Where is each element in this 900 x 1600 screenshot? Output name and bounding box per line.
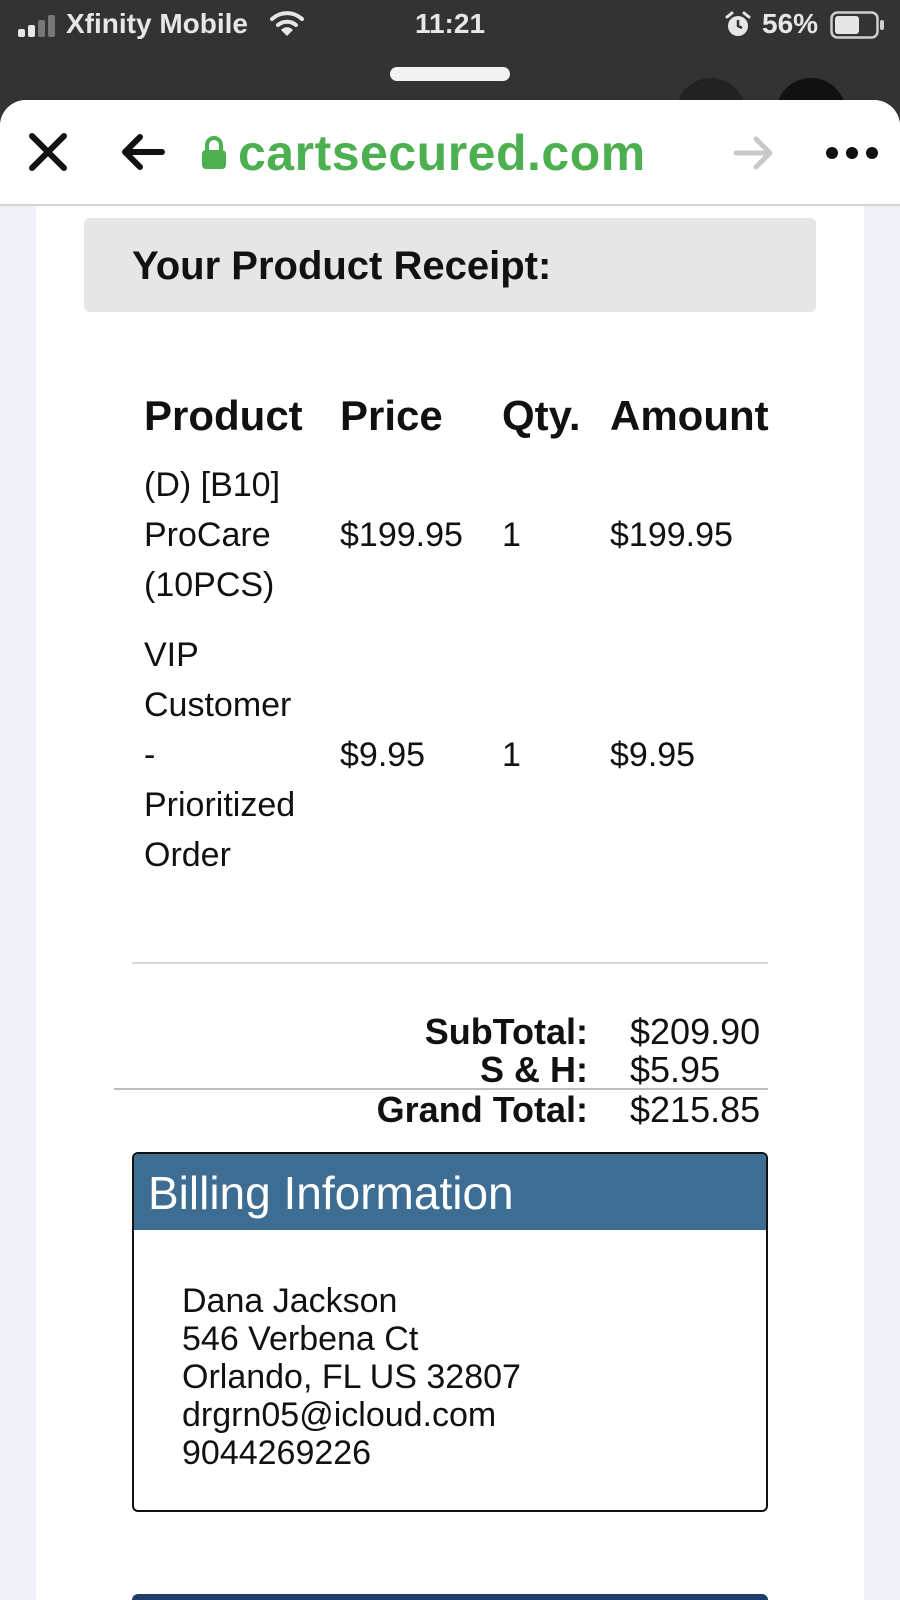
url-text[interactable]: cartsecured.com <box>238 124 646 182</box>
row-qty: 1 <box>502 736 521 774</box>
billing-email: drgrn05@icloud.com <box>182 1396 497 1434</box>
product-name-line: VIP <box>144 636 199 674</box>
alarm-icon <box>725 11 751 36</box>
shipping-label: S & H: <box>480 1049 588 1090</box>
product-name-line: - <box>144 736 156 774</box>
arrow-right-icon[interactable] <box>732 132 778 174</box>
grand-total-value: $215.85 <box>630 1089 761 1130</box>
shipping-value: $5.95 <box>630 1049 721 1090</box>
billing-phone: 9044269226 <box>182 1434 372 1472</box>
in-app-browser-sheet: cartsecured.com Your Product Receipt: Pr… <box>0 100 900 1600</box>
next-section-header <box>132 1594 768 1600</box>
product-name-line: Order <box>144 836 231 874</box>
product-name-line: Prioritized <box>144 786 296 824</box>
billing-header: Billing Information <box>134 1154 766 1230</box>
column-header-qty: Qty. <box>502 392 581 439</box>
column-header-amount: Amount <box>610 392 769 439</box>
billing-name: Dana Jackson <box>182 1282 398 1320</box>
column-header-price: Price <box>340 392 443 439</box>
receipt-header: Your Product Receipt: <box>84 218 816 312</box>
product-name-line: ProCare <box>144 516 271 554</box>
billing-city: Orlando, FL US 32807 <box>182 1358 521 1396</box>
product-name-line: (10PCS) <box>144 566 275 604</box>
table-row-product: (D) [B10] ProCare (10PCS) <box>144 460 324 610</box>
row-price: $199.95 <box>340 516 463 554</box>
product-name-line: Customer <box>144 686 292 724</box>
grand-total-label: Grand Total: <box>376 1089 588 1130</box>
row-price: $9.95 <box>340 736 426 774</box>
status-bar: Xfinity Mobile 11:21 56% <box>0 0 900 50</box>
table-divider <box>132 962 768 964</box>
row-qty: 1 <box>502 516 521 554</box>
column-header-product: Product <box>144 392 303 439</box>
row-amount: $199.95 <box>610 516 733 554</box>
battery-icon <box>830 11 884 39</box>
receipt-title: Your Product Receipt: <box>132 244 552 288</box>
lock-icon <box>202 136 226 169</box>
billing-info-box: Billing Information Dana Jackson 546 Ver… <box>132 1152 768 1512</box>
arrow-left-icon[interactable] <box>118 130 168 174</box>
subtotal-value: $209.90 <box>630 1011 761 1052</box>
subtotal-label: SubTotal: <box>424 1011 588 1052</box>
close-icon[interactable] <box>24 128 72 176</box>
billing-title: Billing Information <box>148 1167 514 1219</box>
sheet-grabber[interactable] <box>390 67 510 81</box>
table-row-product: VIP Customer - Prioritized Order <box>144 630 324 880</box>
row-amount: $9.95 <box>610 736 696 774</box>
battery-percentage: 56% <box>762 8 819 39</box>
browser-toolbar: cartsecured.com <box>0 100 900 206</box>
more-icon[interactable] <box>822 138 882 168</box>
billing-street: 546 Verbena Ct <box>182 1320 419 1358</box>
receipt-page: Your Product Receipt: Product Price Qty.… <box>36 206 864 1600</box>
product-name-line: (D) [B10] <box>144 466 281 504</box>
